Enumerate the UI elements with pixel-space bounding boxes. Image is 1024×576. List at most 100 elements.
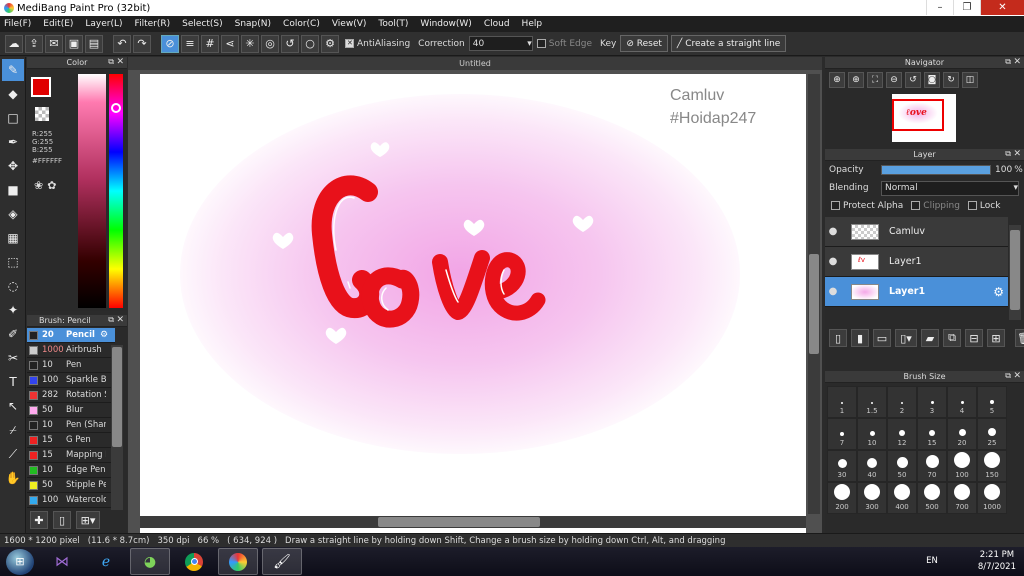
visibility-icon[interactable]: ● bbox=[825, 256, 841, 267]
brush-size-cell[interactable]: 400 bbox=[887, 482, 917, 514]
menu-item-5[interactable]: Snap(N) bbox=[235, 19, 271, 29]
brush-size-cell[interactable]: 300 bbox=[857, 482, 887, 514]
saturation-brightness-field[interactable] bbox=[78, 74, 106, 308]
clock[interactable]: 2:21 PM 8/7/2021 bbox=[978, 549, 1016, 573]
menu-item-0[interactable]: File(F) bbox=[4, 19, 31, 29]
layer-settings-icon[interactable]: ⊞ bbox=[987, 329, 1005, 347]
language-indicator[interactable]: EN bbox=[926, 556, 938, 566]
brush-item[interactable]: 1000 Airbrush bbox=[27, 343, 115, 358]
float-icon[interactable]: ⧉ bbox=[108, 57, 114, 67]
internet-explorer-icon[interactable]: ℯ bbox=[86, 548, 126, 575]
fill-shape-tool-icon[interactable]: ■ bbox=[2, 179, 24, 201]
brush-size-cell[interactable]: 30 bbox=[827, 450, 857, 482]
drawing-canvas[interactable]: Camluv #Hoidap247 bbox=[140, 74, 806, 572]
brush-item[interactable]: 10 Pen (Shar bbox=[27, 418, 115, 433]
new-halftone-layer-icon[interactable]: ▭ bbox=[873, 329, 891, 347]
close-icon[interactable]: ✕ bbox=[1013, 149, 1021, 159]
brush-size-cell[interactable]: 500 bbox=[917, 482, 947, 514]
brush-size-cell[interactable]: 100 bbox=[947, 450, 977, 482]
share-icon[interactable]: ⇪ bbox=[25, 34, 43, 53]
duplicate-layer-icon[interactable]: ⧉ bbox=[943, 329, 961, 347]
brush-item[interactable]: 282 Rotation S bbox=[27, 388, 115, 403]
snap-circle-icon[interactable]: ◎ bbox=[261, 34, 279, 53]
brush-item[interactable]: 50 Blur bbox=[27, 403, 115, 418]
layer-row[interactable]: ● Camluv bbox=[825, 217, 1008, 247]
soft-edge-checkbox[interactable] bbox=[536, 38, 546, 48]
undo-icon[interactable]: ↶ bbox=[113, 34, 131, 53]
brush-size-cell[interactable]: 50 bbox=[887, 450, 917, 482]
flip-icon[interactable]: ◫ bbox=[962, 72, 978, 88]
canvas-horizontal-scrollbar[interactable] bbox=[140, 516, 806, 528]
hand-tool-icon[interactable]: ✋ bbox=[2, 467, 24, 489]
gear-icon[interactable]: ⚙ bbox=[993, 285, 1004, 299]
document-icon[interactable]: ▤ bbox=[85, 34, 103, 53]
new-color-layer-icon[interactable]: ▮ bbox=[851, 329, 869, 347]
windows-start-icon[interactable]: ⊞ bbox=[6, 548, 34, 575]
folder-icon[interactable]: ▰ bbox=[921, 329, 939, 347]
close-button[interactable]: ✕ bbox=[980, 0, 1024, 15]
new-layer-icon[interactable]: ▯ bbox=[829, 329, 847, 347]
brush-item[interactable]: 100 Sparkle Br bbox=[27, 373, 115, 388]
rotate-right-icon[interactable]: ↻ bbox=[943, 72, 959, 88]
brush-size-cell[interactable]: 700 bbox=[947, 482, 977, 514]
menu-item-7[interactable]: View(V) bbox=[332, 19, 367, 29]
fit-view-icon[interactable]: ⛶ bbox=[867, 72, 883, 88]
close-icon[interactable]: ✕ bbox=[116, 315, 124, 325]
brush-item[interactable]: 100 Watercolo bbox=[27, 493, 115, 508]
pen-tool-icon[interactable]: ✒ bbox=[2, 131, 24, 153]
brush-item[interactable]: 10 Edge Pen bbox=[27, 463, 115, 478]
canvas-vertical-scrollbar[interactable] bbox=[808, 74, 820, 514]
scrollbar-thumb[interactable] bbox=[378, 517, 540, 527]
eyedropper-tool-icon[interactable]: ⌿ bbox=[2, 419, 24, 441]
navigator-view-rect[interactable] bbox=[892, 99, 944, 131]
snap-off-icon[interactable]: ⊘ bbox=[161, 34, 179, 53]
move-tool-icon[interactable]: ✥ bbox=[2, 155, 24, 177]
close-icon[interactable]: ✕ bbox=[1013, 371, 1021, 381]
rectangle-tool-icon[interactable]: □ bbox=[2, 107, 24, 129]
visual-studio-icon[interactable]: ⋈ bbox=[42, 548, 82, 575]
snap-parallel-icon[interactable]: ≡ bbox=[181, 34, 199, 53]
layer-row[interactable]: ● Layer1 ⚙ bbox=[825, 277, 1008, 307]
menu-item-11[interactable]: Help bbox=[522, 19, 543, 29]
brush-size-cell[interactable]: 5 bbox=[977, 386, 1007, 418]
cloud-icon[interactable]: ☁ bbox=[5, 34, 23, 53]
maximize-button[interactable]: ❐ bbox=[953, 0, 980, 15]
coccoc-browser-icon[interactable]: ◕ bbox=[130, 548, 170, 575]
text-tool-icon[interactable]: T bbox=[2, 371, 24, 393]
brush-size-cell[interactable]: 20 bbox=[947, 418, 977, 450]
select-tool-icon[interactable]: ⬚ bbox=[2, 251, 24, 273]
blending-dropdown[interactable]: Normal ▾ bbox=[881, 180, 1019, 196]
color-set-icon[interactable]: ✿ bbox=[47, 179, 56, 192]
snap-curve-icon[interactable]: ↺ bbox=[281, 34, 299, 53]
brush-size-cell[interactable]: 15 bbox=[917, 418, 947, 450]
brush-size-cell[interactable]: 2 bbox=[887, 386, 917, 418]
zoom-in-plus-icon[interactable]: ⊕ bbox=[848, 72, 864, 88]
float-icon[interactable]: ⧉ bbox=[108, 315, 114, 325]
clipping-toggle[interactable]: Clipping bbox=[911, 201, 960, 211]
brush-size-cell[interactable]: 40 bbox=[857, 450, 887, 482]
close-icon[interactable]: ✕ bbox=[1013, 57, 1021, 67]
brush-menu-icon[interactable]: ⊞▾ bbox=[76, 511, 100, 529]
float-icon[interactable]: ⧉ bbox=[1005, 57, 1011, 67]
navigator-thumbnail[interactable]: ℓove bbox=[892, 94, 956, 142]
brush-tool-icon[interactable]: ✎ bbox=[2, 59, 24, 81]
lock-checkbox[interactable] bbox=[967, 201, 977, 210]
brush-size-cell[interactable]: 4 bbox=[947, 386, 977, 418]
brush-size-cell[interactable]: 150 bbox=[977, 450, 1007, 482]
gradient-tool-icon[interactable]: ▦ bbox=[2, 227, 24, 249]
brush-item[interactable]: 15 Mapping P bbox=[27, 448, 115, 463]
hue-slider[interactable] bbox=[109, 74, 123, 308]
reset-rotation-icon[interactable]: ◙ bbox=[924, 72, 940, 88]
minimize-button[interactable]: – bbox=[926, 0, 953, 15]
snap-radial-icon[interactable]: ✳ bbox=[241, 34, 259, 53]
brush-size-cell[interactable]: 25 bbox=[977, 418, 1007, 450]
opacity-slider[interactable] bbox=[881, 165, 991, 175]
rotate-left-icon[interactable]: ↺ bbox=[905, 72, 921, 88]
antialiasing-checkbox[interactable] bbox=[345, 38, 354, 48]
brush-size-cell[interactable]: 12 bbox=[887, 418, 917, 450]
correction-dropdown[interactable]: 40 ▾ bbox=[468, 36, 533, 51]
zoom-in-icon[interactable]: ⊕ bbox=[829, 72, 845, 88]
brush-size-cell[interactable]: 1000 bbox=[977, 482, 1007, 514]
chrome-icon[interactable] bbox=[174, 548, 214, 575]
scrollbar-thumb[interactable] bbox=[1010, 230, 1020, 310]
